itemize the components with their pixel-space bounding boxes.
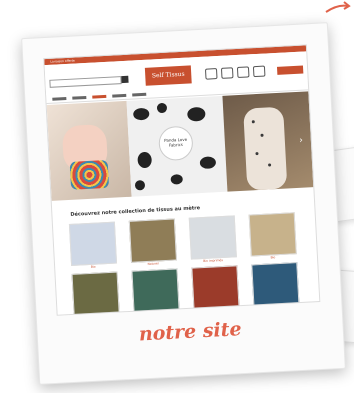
fabric-tile: [251, 262, 300, 307]
fabric-tile: [71, 271, 120, 316]
header-icon: [236, 66, 250, 79]
nav-item: [132, 92, 147, 97]
section-title: Découvrez notre collection de tissus au …: [70, 205, 201, 218]
chevron-right-icon: ›: [299, 135, 304, 146]
tile-label: Bio imprimés: [203, 258, 223, 264]
header-icon: [252, 65, 266, 78]
cart-button: [276, 65, 304, 75]
hero-banner: Panda Love Fabrics ›: [46, 91, 314, 201]
header-icon: [204, 68, 218, 80]
nav-item: [72, 95, 87, 100]
fabric-tile: [248, 212, 297, 257]
nav-item: [52, 96, 67, 101]
fabric-tile: [68, 221, 118, 266]
search-icon: [121, 75, 129, 84]
search-input: [49, 76, 122, 88]
polaroid-frame: Livraison offerte Self Tissus Panda Love…: [21, 22, 346, 385]
website-screenshot: Livraison offerte Self Tissus Panda Love…: [43, 44, 321, 316]
nav-item: [112, 93, 127, 98]
site-logo: Self Tissus: [144, 65, 192, 86]
fabric-tile: [131, 268, 180, 313]
nav-item: [92, 94, 107, 99]
tile-label: Bio: [270, 255, 276, 260]
fabric-tile: [191, 265, 240, 310]
floral-fabric: [69, 159, 110, 190]
arrow-icon: [325, 1, 351, 13]
fabric-tile: [188, 215, 237, 260]
caption: notre site: [138, 318, 243, 346]
header-icon: [220, 67, 234, 79]
tile-label: Bio: [90, 264, 96, 269]
tile-label: Naturel: [147, 261, 159, 266]
leggings: [243, 106, 288, 191]
fabric-tile: [128, 218, 177, 263]
hero-image-baby: [46, 100, 132, 201]
